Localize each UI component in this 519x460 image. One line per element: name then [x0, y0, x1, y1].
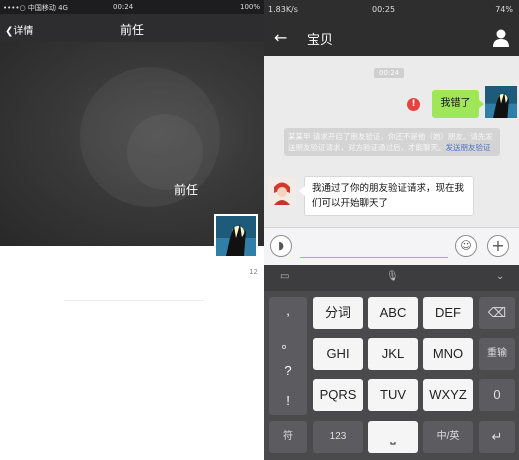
- avatar-image: [216, 216, 256, 256]
- message-input[interactable]: [300, 234, 448, 258]
- status-time: 00:24: [113, 3, 134, 11]
- avatar[interactable]: [214, 214, 258, 258]
- my-message-bubble[interactable]: 我错了: [432, 90, 484, 118]
- left-phone-screen: ••••○ 中国移动 4G 00:24 100% ❮详情 前任 前任 12: [0, 0, 264, 460]
- peer-message-bubble[interactable]: 我通过了你的朋友验证请求，现在我们可以开始聊天了: [299, 176, 474, 216]
- my-avatar[interactable]: [485, 86, 517, 118]
- symbol-column[interactable]: , 。 ? !: [269, 297, 307, 415]
- status-time: 00:25: [372, 5, 396, 14]
- status-bar: 1.83K/s 00:25 74%: [264, 0, 519, 20]
- key-pqrs[interactable]: PQRS: [313, 379, 363, 411]
- page-title: 前任: [119, 23, 144, 37]
- plus-icon[interactable]: +: [487, 235, 509, 257]
- system-notice: 某某甲 请求开启了朋友验证，你还不是他（她）朋友。请先发送朋友验证请求，对方验证…: [284, 128, 500, 156]
- chat-input-bar: ◗ ☺ +: [264, 227, 519, 265]
- key-jkl[interactable]: JKL: [368, 338, 418, 370]
- battery-level: 100%: [239, 3, 260, 11]
- peer-avatar[interactable]: [268, 177, 296, 205]
- enter-icon[interactable]: ↵: [479, 421, 515, 453]
- chat-title: 宝贝: [307, 33, 334, 48]
- key-mno[interactable]: MNO: [423, 338, 473, 370]
- symbol-key[interactable]: 。: [269, 333, 307, 352]
- backspace-icon[interactable]: ⌫: [479, 297, 515, 329]
- divider: [64, 300, 204, 301]
- symbol-key[interactable]: !: [269, 393, 307, 408]
- send-failed-icon[interactable]: !: [407, 98, 420, 111]
- chat-timestamp: 00:24: [374, 68, 405, 78]
- send-verification-link[interactable]: 发送朋友验证: [446, 143, 491, 152]
- network-speed: 1.83K/s: [268, 5, 298, 14]
- nav-bar: ❮详情 前任: [0, 14, 264, 42]
- key-zero[interactable]: 0: [479, 379, 515, 411]
- chevron-down-icon[interactable]: ⌄: [496, 271, 504, 282]
- keyboard-toolbar: ▭ 🎙 ⌄: [264, 265, 519, 291]
- photo-count: 12: [249, 268, 258, 276]
- key-wxyz[interactable]: WXYZ: [423, 379, 473, 411]
- number-mode-key[interactable]: 123: [313, 421, 363, 453]
- user-profile-icon[interactable]: [491, 28, 511, 48]
- chat-nav-bar: ← 宝贝: [264, 20, 519, 56]
- key-def[interactable]: DEF: [423, 297, 473, 329]
- keyboard-icon[interactable]: ▭: [280, 271, 289, 282]
- avatar-image: [268, 177, 296, 205]
- carrier-label: ••••○ 中国移动 4G: [3, 4, 68, 12]
- back-arrow-icon[interactable]: ←: [274, 28, 287, 47]
- key-ghi[interactable]: GHI: [313, 338, 363, 370]
- symbol-key[interactable]: ?: [269, 363, 307, 378]
- symbol-key[interactable]: ,: [269, 303, 307, 318]
- status-bar: ••••○ 中国移动 4G 00:24 100%: [0, 0, 264, 14]
- key-abc[interactable]: ABC: [368, 297, 418, 329]
- avatar-image: [485, 86, 517, 118]
- voice-input-icon[interactable]: ◗: [270, 235, 292, 257]
- chat-area: 00:24 ! 我错了 某某甲 请求开启了朋友验证，你还不是他（她）朋友。请先发…: [264, 56, 519, 250]
- right-phone-screen: 1.83K/s 00:25 74% ← 宝贝 00:24 ! 我错了 某某甲 请…: [264, 0, 519, 460]
- key-tuv[interactable]: TUV: [368, 379, 418, 411]
- microphone-icon[interactable]: 🎙: [386, 271, 399, 282]
- keyboard: , 。 ? ! 分词 ABC DEF ⌫ GHI JKL MNO 重输 PQRS…: [264, 291, 519, 460]
- key-segment[interactable]: 分词: [313, 297, 363, 329]
- battery-level: 74%: [495, 5, 513, 14]
- reset-key[interactable]: 重输: [479, 338, 515, 370]
- language-switch-key[interactable]: 中/英: [423, 421, 473, 453]
- emoji-icon[interactable]: ☺: [455, 235, 477, 257]
- space-key[interactable]: ⎵: [368, 421, 418, 453]
- profile-name: 前任: [173, 183, 198, 197]
- symbol-mode-key[interactable]: 符: [269, 421, 307, 453]
